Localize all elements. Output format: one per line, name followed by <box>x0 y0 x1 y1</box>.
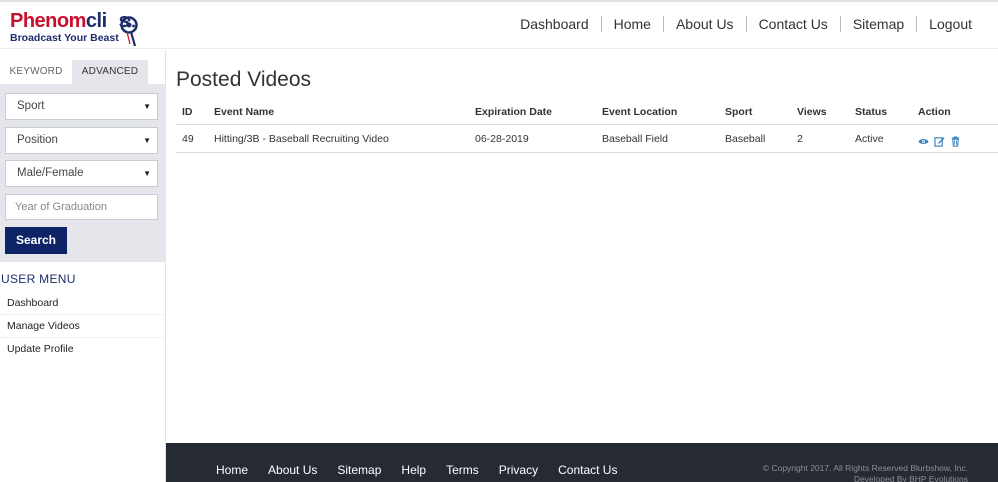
footer-developed-by: Developed By BHP Evolutions <box>853 474 968 482</box>
footer-link-terms[interactable]: Terms <box>446 463 479 477</box>
column-header-event-name: Event Name <box>214 106 275 118</box>
logo[interactable]: Phenomcli s Broadcast Your Beast <box>10 11 150 47</box>
cell-expiration-date: 06-28-2019 <box>475 133 529 145</box>
footer-link-sitemap[interactable]: Sitemap <box>337 463 381 477</box>
advanced-filter-panel: Sport ▼ Position ▼ Male/Female ▼ Year of… <box>0 84 166 262</box>
graduation-year-input[interactable]: Year of Graduation <box>5 194 158 220</box>
user-menu-title: USER MENU <box>1 272 76 286</box>
column-header-event-location: Event Location <box>602 106 678 118</box>
footer-link-home[interactable]: Home <box>216 463 248 477</box>
column-header-sport: Sport <box>725 106 753 118</box>
footer-copyright: © Copyright 2017. All Rights Reserved Bl… <box>762 463 968 473</box>
sport-select[interactable]: Sport ▼ <box>5 93 158 120</box>
gender-select-value: Male/Female <box>17 167 84 179</box>
menu-item-dashboard[interactable]: Dashboard <box>0 292 166 315</box>
column-header-action: Action <box>918 106 951 118</box>
delete-icon[interactable] <box>950 134 961 147</box>
table-header: ID Event Name Expiration Date Event Loca… <box>176 100 998 125</box>
column-header-id: ID <box>182 106 193 118</box>
logo-film-reel-icon <box>120 16 138 47</box>
search-tabs: KEYWORD ADVANCED <box>0 50 165 84</box>
position-select-value: Position <box>17 134 58 146</box>
cell-event-name: Hitting/3B - Baseball Recruiting Video <box>214 133 389 145</box>
nav-home[interactable]: Home <box>602 16 663 32</box>
header: Phenomcli s Broadcast Your Beast Dashboar… <box>0 2 998 49</box>
sport-select-value: Sport <box>17 100 45 112</box>
view-icon[interactable] <box>918 134 929 145</box>
gender-select[interactable]: Male/Female ▼ <box>5 160 158 187</box>
edit-icon[interactable] <box>934 134 945 147</box>
tab-keyword[interactable]: KEYWORD <box>0 60 72 84</box>
page-title: Posted Videos <box>176 68 312 91</box>
cell-event-location: Baseball Field <box>602 133 668 145</box>
search-button[interactable]: Search <box>5 227 67 254</box>
column-header-status: Status <box>855 106 888 118</box>
caret-down-icon: ▼ <box>143 169 151 178</box>
cell-id: 49 <box>182 133 194 145</box>
position-select[interactable]: Position ▼ <box>5 127 158 154</box>
footer-link-help[interactable]: Help <box>401 463 426 477</box>
main-nav: Dashboard Home About Us Contact Us Sitem… <box>508 16 984 32</box>
logo-text-phenom: Phenom <box>10 10 86 32</box>
nav-contact-us[interactable]: Contact Us <box>747 16 840 32</box>
nav-logout[interactable]: Logout <box>917 16 984 32</box>
column-header-views: Views <box>797 106 827 118</box>
footer-link-about-us[interactable]: About Us <box>268 463 317 477</box>
row-actions <box>918 134 961 147</box>
caret-down-icon: ▼ <box>143 136 151 145</box>
sidebar: KEYWORD ADVANCED Sport ▼ Position ▼ Male… <box>0 50 166 482</box>
footer-links: Home About Us Sitemap Help Terms Privacy… <box>216 463 637 477</box>
tab-advanced[interactable]: ADVANCED <box>72 60 148 84</box>
cell-status: Active <box>855 133 884 145</box>
menu-item-manage-videos[interactable]: Manage Videos <box>0 315 166 338</box>
footer: Home About Us Sitemap Help Terms Privacy… <box>166 443 998 482</box>
nav-sitemap[interactable]: Sitemap <box>841 16 916 32</box>
menu-item-update-profile[interactable]: Update Profile <box>0 338 166 361</box>
cell-sport: Baseball <box>725 133 766 145</box>
nav-about-us[interactable]: About Us <box>664 16 746 32</box>
footer-link-privacy[interactable]: Privacy <box>499 463 538 477</box>
nav-dashboard[interactable]: Dashboard <box>508 16 601 32</box>
footer-link-contact-us[interactable]: Contact Us <box>558 463 617 477</box>
column-header-expiration-date: Expiration Date <box>475 106 553 118</box>
caret-down-icon: ▼ <box>143 102 151 111</box>
videos-table: ID Event Name Expiration Date Event Loca… <box>176 100 998 153</box>
cell-views: 2 <box>797 133 803 145</box>
table-row: 49 Hitting/3B - Baseball Recruiting Vide… <box>176 125 998 153</box>
logo-text-cli: cli <box>85 10 107 32</box>
